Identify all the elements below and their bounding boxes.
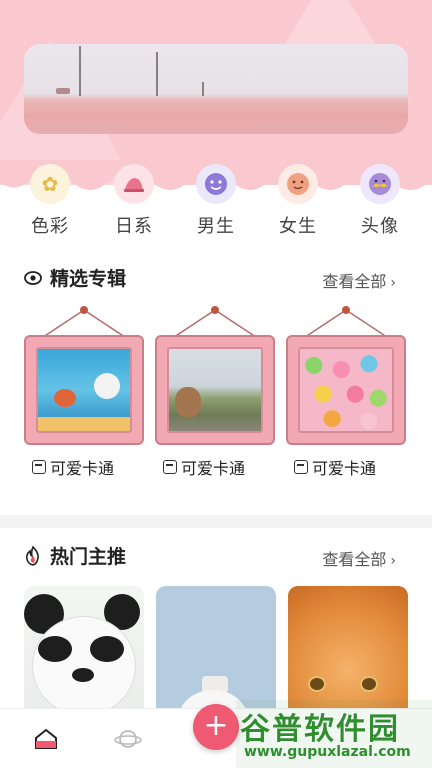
image-icon — [32, 460, 46, 474]
nav-home[interactable] — [28, 721, 64, 757]
featured-section: 精选专辑 查看全部 › 可爱卡通 可爱卡通 可爱卡通 — [0, 250, 432, 515]
category-color[interactable]: ✿ 色彩 — [20, 164, 80, 238]
album-frame — [24, 335, 144, 445]
category-label: 日系 — [115, 216, 153, 237]
hot-section: 热门主推 查看全部 › — [0, 528, 432, 708]
chevron-right-icon: › — [390, 275, 396, 291]
album-frame — [155, 335, 275, 445]
watermark-title: 谷普软件园 — [240, 712, 400, 747]
add-button[interactable]: + — [193, 704, 239, 750]
album-label-text: 可爱卡通 — [50, 459, 115, 478]
featured-title: 精选专辑 — [50, 268, 127, 290]
album-label: 可爱卡通 — [32, 455, 114, 479]
category-label: 色彩 — [31, 216, 69, 237]
view-all-label: 查看全部 — [322, 272, 387, 291]
album-label-text: 可爱卡通 — [312, 459, 377, 478]
hat-icon — [114, 164, 154, 204]
album-label-text: 可爱卡通 — [181, 459, 246, 478]
category-avatar[interactable]: 头像 — [350, 164, 410, 238]
album-label: 可爱卡通 — [294, 455, 376, 479]
featured-header: 精选专辑 — [24, 264, 126, 291]
category-girls[interactable]: 女生 — [268, 164, 328, 238]
hot-title: 热门主推 — [50, 546, 127, 568]
hot-view-all[interactable]: 查看全部 › — [322, 546, 396, 570]
planet-icon — [114, 730, 142, 748]
category-label: 女生 — [279, 216, 317, 237]
nav-discover[interactable] — [110, 721, 146, 757]
category-japanese[interactable]: 日系 — [104, 164, 164, 238]
album-cover-teddy-bear — [167, 347, 263, 433]
eye-icon — [24, 270, 42, 285]
mustache-face-icon — [360, 164, 400, 204]
album-cover-cartoon-ocean — [36, 347, 132, 433]
header: ✿ 色彩 日系 男生 女生 头像 — [0, 0, 432, 250]
featured-view-all[interactable]: 查看全部 › — [322, 268, 396, 292]
hot-card-kitten[interactable] — [288, 586, 408, 708]
image-icon — [163, 460, 177, 474]
flame-icon — [26, 545, 39, 566]
chevron-right-icon: › — [390, 553, 396, 569]
banner-image[interactable] — [24, 44, 408, 134]
smile-icon — [278, 164, 318, 204]
face-icon — [196, 164, 236, 204]
view-all-label: 查看全部 — [322, 550, 387, 569]
album-cover-candy — [298, 347, 394, 433]
hot-header: 热门主推 — [24, 542, 126, 569]
flower-icon: ✿ — [30, 164, 70, 204]
category-row: ✿ 色彩 日系 男生 女生 头像 — [0, 164, 432, 244]
hot-card-cat-cup[interactable] — [156, 586, 276, 708]
hot-card-panda[interactable] — [24, 586, 144, 708]
image-icon — [294, 460, 308, 474]
watermark-url: www.gupuxlazal.com — [244, 744, 411, 760]
album-label: 可爱卡通 — [163, 455, 245, 479]
category-boys[interactable]: 男生 — [186, 164, 246, 238]
category-label: 男生 — [197, 216, 235, 237]
home-icon — [35, 728, 57, 749]
category-label: 头像 — [361, 216, 399, 237]
album-frame — [286, 335, 406, 445]
